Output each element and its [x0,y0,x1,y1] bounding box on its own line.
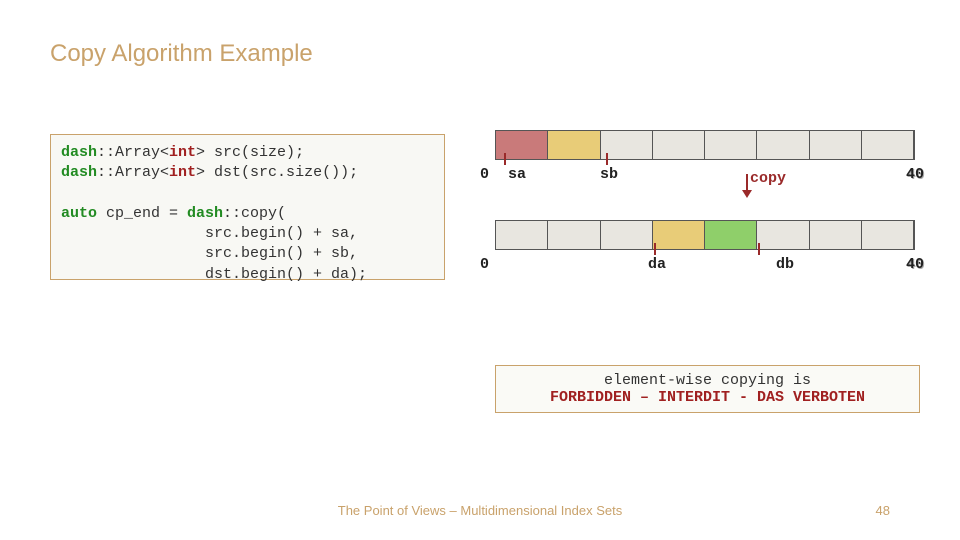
code-kw: dash [61,144,97,161]
code-text: cp_end = [97,205,187,222]
dst-end-label: 40 [906,256,924,273]
da-label: da [648,256,666,273]
sa-label: sa [508,166,526,183]
src-end-label: 40 [906,166,924,183]
copy-label: copy [750,170,786,187]
src-array-bar [495,130,915,160]
code-text: src.begin() + sb, [61,245,358,262]
code-text: ::Array< [97,144,169,161]
tick-sa [504,153,506,165]
code-kw: dash [187,205,223,222]
src-start-label: 0 [480,166,489,183]
array-cell [548,221,600,249]
code-type: int [169,144,196,161]
code-text: dst.begin() + da); [61,266,367,283]
array-cell [705,221,757,249]
code-text: ::Array< [97,164,169,181]
array-cell [601,221,653,249]
footer-text: The Point of Views – Multidimensional In… [0,503,960,518]
array-cell [548,131,600,159]
array-cell [757,131,809,159]
array-cell [653,131,705,159]
slide-title: Copy Algorithm Example [50,40,313,68]
code-kw: dash [61,164,97,181]
note-line1: element-wise copying is [504,372,911,389]
code-text: src.begin() + sa, [61,225,358,242]
array-cell [496,221,548,249]
note-line2: FORBIDDEN – INTERDIT - DAS VERBOTEN [504,389,911,406]
code-kw: auto [61,205,97,222]
dst-start-label: 0 [480,256,489,273]
array-cell [810,131,862,159]
array-cell [810,221,862,249]
db-label: db [776,256,794,273]
array-cell [862,131,914,159]
code-text: ::copy( [223,205,286,222]
array-cell [705,131,757,159]
warning-note: element-wise copying is FORBIDDEN – INTE… [495,365,920,413]
tick-db [758,243,760,255]
array-cell [601,131,653,159]
array-cell [757,221,809,249]
array-cell [653,221,705,249]
code-type: int [169,164,196,181]
sb-label: sb [600,166,618,183]
copy-diagram: 0 sa sb 40 copy 0 da db 40 [480,130,930,300]
code-block: dash::Array<int> src(size); dash::Array<… [50,134,445,280]
page-number: 48 [876,503,890,518]
code-text: > dst(src.size()); [196,164,358,181]
tick-da [654,243,656,255]
code-text: > src(size); [196,144,304,161]
tick-sb [606,153,608,165]
dst-array-bar [495,220,915,250]
array-cell [862,221,914,249]
